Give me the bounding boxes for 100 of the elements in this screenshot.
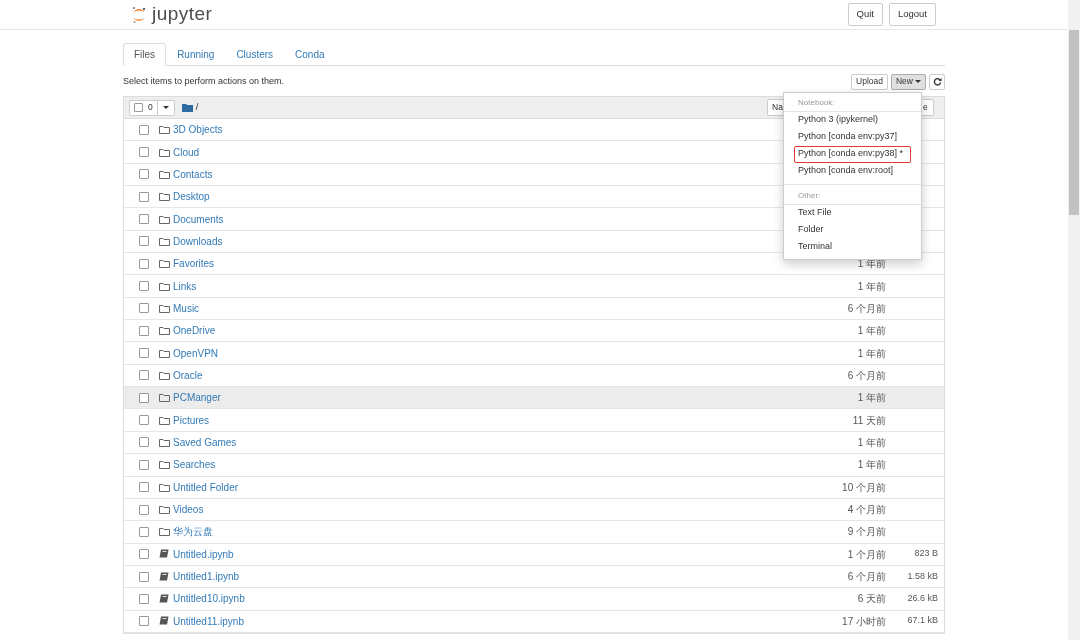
checkbox[interactable] — [139, 392, 149, 403]
breadcrumb-path: / — [195, 100, 199, 114]
modified-time: 1 年前 — [857, 279, 886, 294]
modified-time: 1 年前 — [857, 458, 886, 473]
file-link[interactable]: Untitled Folder — [173, 479, 239, 495]
folder-icon — [159, 236, 170, 246]
checkbox[interactable] — [139, 303, 149, 314]
file-link[interactable]: Favorites — [173, 256, 215, 272]
checkbox[interactable] — [139, 124, 149, 135]
modified-time: 17 小时前 — [842, 614, 886, 629]
file-link[interactable]: Contacts — [173, 166, 213, 182]
caret-icon — [162, 105, 169, 110]
notebook-icon — [159, 616, 169, 627]
file-link[interactable]: Untitled10.ipynb — [173, 591, 245, 607]
folder-icon — [159, 303, 170, 313]
checkbox[interactable] — [139, 191, 149, 202]
file-link[interactable]: Untitled.ipynb — [173, 546, 234, 562]
selected-count: 0 — [148, 101, 153, 114]
folder-icon — [159, 527, 170, 537]
folder-icon — [159, 348, 170, 358]
modified-time: 11 天前 — [852, 413, 886, 428]
notebook-icon — [159, 549, 169, 560]
checkbox[interactable] — [139, 258, 149, 269]
folder-icon — [159, 326, 170, 336]
checkbox[interactable] — [139, 415, 149, 426]
file-link[interactable]: Music — [173, 300, 200, 316]
upload-button[interactable]: Upload — [851, 73, 888, 90]
checkbox[interactable] — [139, 482, 149, 493]
folder-icon — [159, 169, 170, 179]
checkbox[interactable] — [139, 325, 149, 336]
modified-time: 10 个月前 — [842, 480, 886, 495]
folder-icon — [159, 460, 170, 470]
checkbox[interactable] — [139, 147, 149, 157]
tab[interactable]: Running — [166, 43, 226, 65]
folder-icon — [159, 192, 170, 202]
checkbox[interactable] — [139, 281, 149, 292]
checkbox[interactable] — [139, 169, 149, 180]
tab[interactable]: Conda — [284, 43, 336, 65]
folder-icon — [159, 147, 170, 157]
logo-text: jupyter — [152, 2, 213, 27]
checkbox[interactable] — [139, 616, 149, 627]
folder-icon — [159, 281, 170, 291]
checkbox[interactable] — [139, 437, 149, 448]
menu-section-label: Notebook: — [784, 95, 922, 112]
checkbox[interactable] — [139, 348, 149, 359]
file-size: 1.58 kB — [907, 569, 938, 583]
file-link[interactable]: Desktop — [173, 189, 210, 205]
file-link[interactable]: Saved Games — [173, 435, 237, 450]
refresh-icon — [932, 77, 942, 86]
folder-icon — [159, 415, 170, 425]
folder-icon — [181, 103, 193, 112]
refresh-button[interactable] — [929, 73, 945, 90]
tab[interactable]: Clusters — [225, 43, 285, 65]
checkbox[interactable] — [139, 549, 149, 560]
menu-item[interactable]: Python [conda env:root] — [794, 162, 912, 180]
notebook-icon — [159, 593, 169, 604]
folder-icon — [159, 259, 170, 269]
file-link[interactable]: Oracle — [173, 367, 203, 383]
modified-time: 1 年前 — [857, 391, 886, 406]
file-link[interactable]: Searches — [173, 457, 216, 473]
modified-time: 1 个月前 — [847, 547, 886, 562]
file-link[interactable]: Downloads — [173, 233, 223, 249]
file-link[interactable]: Cloud — [173, 144, 200, 160]
file-size: 67.1 kB — [907, 614, 938, 628]
instruction-text: Select items to perform actions on them. — [123, 74, 285, 88]
file-link[interactable]: Links — [173, 278, 197, 294]
folder-icon — [159, 125, 170, 135]
scrollbar-drawing[interactable] — [1068, 0, 1080, 640]
file-link[interactable]: PCManger — [173, 390, 221, 406]
header-button[interactable]: Quit — [847, 3, 883, 26]
file-link[interactable]: Pictures — [173, 412, 210, 428]
new-button[interactable]: New — [891, 73, 926, 90]
checkbox[interactable] — [139, 593, 149, 604]
file-link[interactable]: Videos — [173, 502, 204, 517]
folder-icon — [159, 393, 170, 403]
file-link[interactable]: Documents — [173, 211, 224, 227]
checkbox[interactable] — [134, 103, 143, 112]
file-link[interactable]: Untitled1.ipynb — [173, 569, 240, 585]
checkbox[interactable] — [139, 571, 149, 582]
header-button[interactable]: Logout — [888, 3, 936, 26]
menu-item[interactable]: Terminal — [794, 238, 912, 256]
checkbox[interactable] — [139, 236, 149, 247]
checkbox[interactable] — [139, 459, 149, 470]
file-link[interactable]: OpenVPN — [173, 345, 219, 361]
file-row[interactable]: PCManger 1 年前 — [124, 387, 944, 410]
checkbox[interactable] — [139, 504, 149, 515]
file-link[interactable]: Untitled11.ipynb — [173, 613, 244, 629]
menu-item[interactable]: Python [conda env:py38] * — [794, 145, 912, 163]
caret-icon — [915, 79, 921, 84]
file-size: 26.6 kB — [907, 592, 938, 606]
checkbox[interactable] — [139, 526, 149, 537]
folder-icon — [159, 482, 170, 492]
checkbox[interactable] — [139, 370, 149, 381]
checkbox[interactable] — [139, 214, 149, 225]
tab[interactable]: Files — [123, 43, 167, 66]
modified-time: 6 天前 — [857, 592, 886, 607]
modified-time: 4 个月前 — [847, 503, 886, 517]
file-link[interactable]: OneDrive — [173, 323, 216, 339]
file-link[interactable]: 3D Objects — [173, 122, 223, 138]
file-link[interactable]: 华为云盘 — [173, 524, 213, 540]
